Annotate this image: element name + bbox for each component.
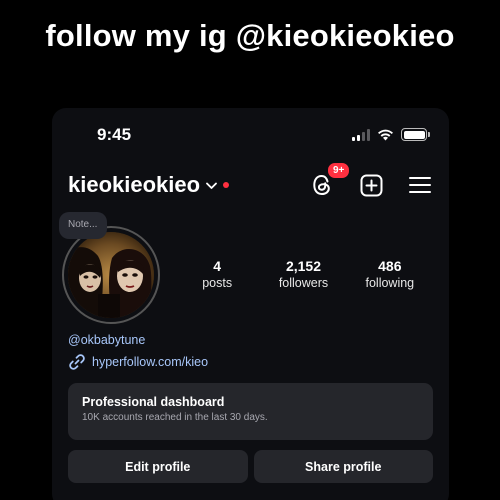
- stat-value: 4: [213, 258, 222, 274]
- professional-dashboard[interactable]: Professional dashboard 10K accounts reac…: [68, 383, 433, 440]
- bio-website-link[interactable]: hyperfollow.com/kieo: [68, 353, 208, 371]
- stat-followers[interactable]: 2,152 followers: [260, 258, 346, 290]
- edit-profile-button[interactable]: Edit profile: [68, 450, 248, 483]
- profile-picture[interactable]: [62, 226, 160, 324]
- link-icon: [69, 354, 85, 370]
- profile-actions: Edit profile Share profile: [68, 450, 433, 483]
- stat-following[interactable]: 486 following: [347, 258, 433, 290]
- dashboard-title: Professional dashboard: [82, 395, 225, 409]
- status-time: 9:45: [97, 125, 132, 144]
- header-actions: 9+: [309, 161, 433, 198]
- status-icons: [352, 128, 430, 141]
- stat-value: 2,152: [285, 258, 322, 274]
- profile-stats: 4 posts 2,152 followers 486 following: [174, 258, 433, 290]
- note-bubble[interactable]: Note...: [59, 212, 108, 239]
- phone-screen: 9:45 kieokieokieo 9+ Note... 4 posts 2,1…: [52, 108, 449, 500]
- share-profile-button[interactable]: Share profile: [253, 450, 433, 483]
- stat-label: following: [365, 276, 415, 290]
- stat-posts[interactable]: 4 posts: [174, 258, 260, 290]
- threads-badge: 9+: [326, 161, 352, 180]
- bio-handle-link[interactable]: @okbabytune: [68, 333, 145, 347]
- menu-button[interactable]: [407, 172, 433, 198]
- stat-value: 486: [378, 258, 402, 274]
- username-switcher[interactable]: kieokieokieo: [68, 172, 200, 198]
- stat-label: followers: [278, 276, 329, 290]
- cellular-signal-icon: [352, 128, 370, 141]
- avatar: [68, 232, 154, 318]
- profile-header: kieokieokieo 9+: [68, 161, 433, 200]
- plus-square-icon: [360, 174, 382, 196]
- notification-dot: [223, 182, 230, 188]
- status-bar: 9:45: [52, 108, 449, 162]
- wifi-icon: [378, 129, 393, 141]
- stat-label: posts: [202, 276, 233, 290]
- dashboard-subtitle: 10K accounts reached in the last 30 days…: [82, 412, 268, 423]
- battery-icon: [401, 128, 430, 141]
- caption-title: follow my ig @kieokieokieo: [45, 18, 455, 53]
- threads-button[interactable]: 9+: [309, 161, 352, 198]
- create-button[interactable]: [358, 172, 384, 198]
- hamburger-menu-icon: [409, 177, 431, 193]
- website-url: hyperfollow.com/kieo: [92, 355, 209, 369]
- chevron-down-icon[interactable]: [206, 182, 217, 190]
